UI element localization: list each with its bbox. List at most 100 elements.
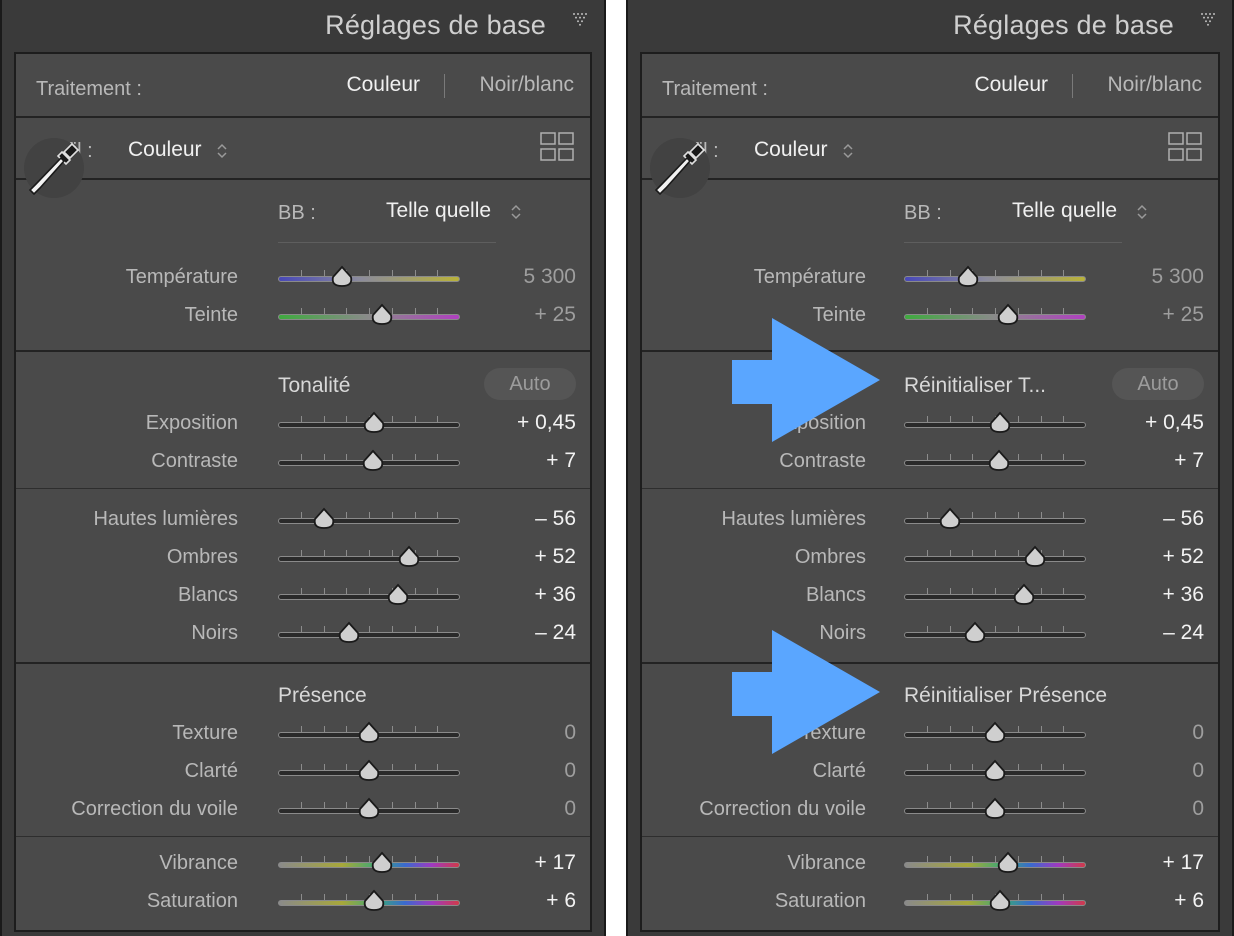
reset-tone-button[interactable]: Réinitialiser T... xyxy=(904,374,1046,398)
slider-track[interactable] xyxy=(904,594,1086,600)
basic-panel-body: Traitement :CouleurNoir/blancProfil :Cou… xyxy=(14,52,592,932)
slider-value[interactable]: + 25 xyxy=(1163,303,1204,327)
slider-thumb[interactable] xyxy=(1012,583,1036,607)
slider-track[interactable] xyxy=(904,632,1086,638)
profile-browser-icon[interactable] xyxy=(1168,132,1202,162)
slider-thumb[interactable] xyxy=(397,545,421,569)
slider-value[interactable]: + 0,45 xyxy=(1145,411,1204,435)
treatment-bw-option[interactable]: Noir/blanc xyxy=(479,73,574,97)
profile-stepper-icon[interactable] xyxy=(842,142,854,160)
slider-value[interactable]: + 6 xyxy=(1174,889,1204,913)
panel-header[interactable]: Réglages de base xyxy=(2,0,604,50)
treatment-bw-option[interactable]: Noir/blanc xyxy=(1107,73,1202,97)
slider-thumb[interactable] xyxy=(362,889,386,913)
slider-track[interactable] xyxy=(904,518,1086,524)
slider-value[interactable]: 5 300 xyxy=(1151,265,1204,289)
slider-thumb[interactable] xyxy=(330,265,354,289)
slider-value[interactable]: + 7 xyxy=(546,449,576,473)
slider-value[interactable]: + 17 xyxy=(535,851,576,875)
slider-value[interactable]: 0 xyxy=(564,759,576,783)
profile-dropdown[interactable]: Couleur xyxy=(754,138,828,162)
slider-value[interactable]: 0 xyxy=(564,797,576,821)
slider-value[interactable]: – 56 xyxy=(1163,507,1204,531)
panel-header[interactable]: Réglages de base xyxy=(628,0,1232,50)
auto-tone-button[interactable]: Auto xyxy=(1112,368,1204,400)
tone-section-title: Tonalité xyxy=(278,374,351,397)
panel-title: Réglages de base xyxy=(953,10,1174,40)
slider-thumb[interactable] xyxy=(1023,545,1047,569)
collapse-triangle-icon[interactable] xyxy=(572,12,590,28)
slider-label: Exposition xyxy=(145,412,238,434)
section-divider xyxy=(16,662,590,664)
slider-value[interactable]: 5 300 xyxy=(523,265,576,289)
section-divider xyxy=(642,662,1218,664)
slider-thumb[interactable] xyxy=(987,449,1011,473)
white-balance-stepper-icon[interactable] xyxy=(1136,203,1148,221)
slider-track[interactable] xyxy=(904,556,1086,562)
profile-stepper-icon[interactable] xyxy=(216,142,228,160)
slider-value[interactable]: 0 xyxy=(1192,721,1204,745)
slider-thumb[interactable] xyxy=(956,265,980,289)
slider-value[interactable]: + 0,45 xyxy=(517,411,576,435)
slider-value[interactable]: – 24 xyxy=(535,621,576,645)
white-balance-stepper-icon[interactable] xyxy=(510,203,522,221)
slider-track[interactable] xyxy=(278,518,460,524)
slider-value[interactable]: + 6 xyxy=(546,889,576,913)
section-divider xyxy=(16,836,590,837)
reset-presence-button[interactable]: Réinitialiser Présence xyxy=(904,684,1107,708)
slider-value[interactable]: 0 xyxy=(564,721,576,745)
treatment-color-option[interactable]: Couleur xyxy=(974,73,1048,97)
slider-label: Texture xyxy=(172,722,238,744)
slider-thumb[interactable] xyxy=(357,759,381,783)
slider-track[interactable] xyxy=(278,556,460,562)
basic-panel-body: Traitement :CouleurNoir/blancProfil :Cou… xyxy=(640,52,1220,932)
slider-value[interactable]: + 52 xyxy=(535,545,576,569)
slider-thumb[interactable] xyxy=(362,411,386,435)
slider-thumb[interactable] xyxy=(357,721,381,745)
slider-value[interactable]: + 25 xyxy=(535,303,576,327)
slider-thumb[interactable] xyxy=(983,721,1007,745)
slider-thumb[interactable] xyxy=(337,621,361,645)
slider-thumb[interactable] xyxy=(963,621,987,645)
profile-browser-icon[interactable] xyxy=(540,132,574,162)
slider-track[interactable] xyxy=(278,276,460,282)
slider-track[interactable] xyxy=(278,632,460,638)
slider-value[interactable]: – 56 xyxy=(535,507,576,531)
slider-track[interactable] xyxy=(278,594,460,600)
slider-thumb[interactable] xyxy=(988,411,1012,435)
slider-thumb[interactable] xyxy=(370,851,394,875)
white-balance-eyedropper-icon[interactable] xyxy=(22,136,86,200)
slider-thumb[interactable] xyxy=(386,583,410,607)
auto-tone-button[interactable]: Auto xyxy=(484,368,576,400)
slider-thumb[interactable] xyxy=(370,303,394,327)
slider-label: Vibrance xyxy=(159,852,238,874)
slider-thumb[interactable] xyxy=(983,797,1007,821)
presence-section-title: Présence xyxy=(278,684,367,707)
collapse-triangle-icon[interactable] xyxy=(1200,12,1218,28)
slider-value[interactable]: + 36 xyxy=(535,583,576,607)
slider-thumb[interactable] xyxy=(361,449,385,473)
slider-track[interactable] xyxy=(904,276,1086,282)
treatment-color-option[interactable]: Couleur xyxy=(346,73,420,97)
white-balance-dropdown[interactable]: Telle quelle xyxy=(1012,199,1117,223)
slider-value[interactable]: – 24 xyxy=(1163,621,1204,645)
slider-value[interactable]: 0 xyxy=(1192,797,1204,821)
slider-thumb[interactable] xyxy=(988,889,1012,913)
slider-thumb[interactable] xyxy=(357,797,381,821)
slider-value[interactable]: + 52 xyxy=(1163,545,1204,569)
slider-value[interactable]: + 7 xyxy=(1174,449,1204,473)
panel-title: Réglages de base xyxy=(325,10,546,40)
slider-value[interactable]: 0 xyxy=(1192,759,1204,783)
slider-thumb[interactable] xyxy=(938,507,962,531)
slider-thumb[interactable] xyxy=(996,851,1020,875)
slider-thumb[interactable] xyxy=(996,303,1020,327)
slider-thumb[interactable] xyxy=(312,507,336,531)
pointer-arrow-tone-icon xyxy=(732,318,882,442)
slider-value[interactable]: + 36 xyxy=(1163,583,1204,607)
white-balance-dropdown[interactable]: Telle quelle xyxy=(386,199,491,223)
slider-thumb[interactable] xyxy=(983,759,1007,783)
slider-label: Température xyxy=(125,266,238,288)
profile-dropdown[interactable]: Couleur xyxy=(128,138,202,162)
slider-value[interactable]: + 17 xyxy=(1163,851,1204,875)
white-balance-eyedropper-icon[interactable] xyxy=(648,136,712,200)
